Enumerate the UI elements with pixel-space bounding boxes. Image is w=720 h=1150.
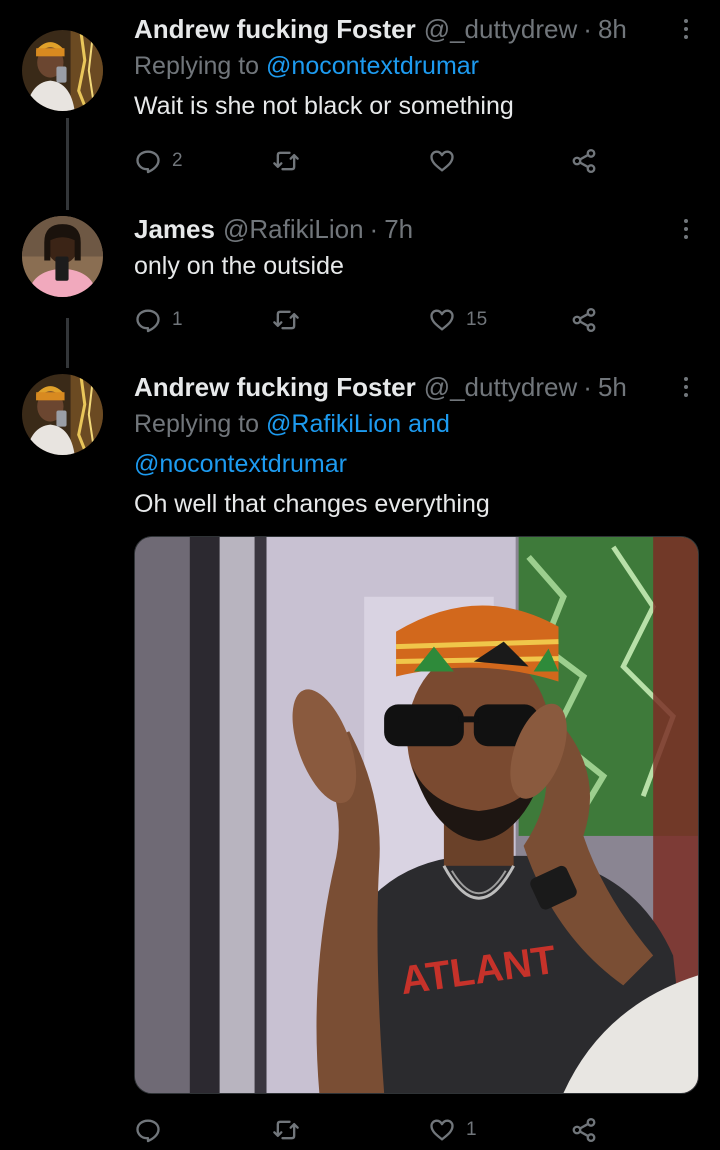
author-handle[interactable]: @RafikiLion <box>223 214 364 245</box>
reply-icon <box>136 1119 160 1143</box>
like-button[interactable]: 1 <box>428 1110 477 1150</box>
tweet-1[interactable]: Andrew fucking Foster @_duttydrew · 8h R… <box>0 0 720 200</box>
tweet-text: Wait is she not black or something <box>134 92 514 120</box>
retweet-button[interactable] <box>272 300 310 340</box>
more-icon[interactable] <box>680 12 692 46</box>
timestamp[interactable]: 7h <box>384 214 413 245</box>
share-button[interactable] <box>570 141 598 181</box>
avatar-duttydrew[interactable] <box>22 374 103 455</box>
tweet-text: Oh well that changes everything <box>134 490 490 518</box>
separator: · <box>369 213 379 244</box>
author-name[interactable]: James <box>134 214 215 245</box>
like-count: 1 <box>466 1119 477 1140</box>
share-icon <box>572 148 596 174</box>
mention-link[interactable]: @nocontextdrumar <box>134 450 347 478</box>
reply-count: 2 <box>172 150 183 171</box>
mention-and[interactable]: and <box>408 410 450 438</box>
reply-icon <box>136 309 160 333</box>
avatar-rafikilion[interactable] <box>22 216 103 297</box>
reply-button[interactable]: 2 <box>134 141 183 181</box>
like-count: 15 <box>466 309 488 330</box>
tweet-2[interactable]: James @RafikiLion · 7h only on the outsi… <box>0 200 720 360</box>
replying-prefix: Replying to <box>134 410 260 438</box>
separator: · <box>583 371 592 402</box>
replying-to: Replying to @nocontextdrumar <box>134 46 700 86</box>
reply-button[interactable]: 1 <box>134 300 183 340</box>
separator: · <box>583 13 592 44</box>
replying-to: Replying to @RafikiLion and <box>134 404 700 444</box>
author-name[interactable]: Andrew fucking Foster <box>134 14 416 45</box>
tweet-header: James @RafikiLion · 7h <box>134 212 700 246</box>
replying-to-continued: @nocontextdrumar <box>134 444 700 484</box>
replying-prefix: Replying to <box>134 52 260 80</box>
heart-icon <box>430 1119 454 1141</box>
retweet-icon <box>273 151 299 171</box>
retweet-button[interactable] <box>272 1110 310 1150</box>
mention-link[interactable]: @RafikiLion <box>266 410 401 438</box>
avatar-duttydrew[interactable] <box>22 30 103 111</box>
author-name[interactable]: Andrew fucking Foster <box>134 372 416 403</box>
reply-icon <box>136 150 160 174</box>
heart-icon <box>430 150 454 172</box>
tweet-actions: 2 <box>134 141 614 181</box>
more-icon[interactable] <box>680 370 692 404</box>
mention-link[interactable]: @nocontextdrumar <box>266 52 479 80</box>
tweet-media-image[interactable]: ATLANT <box>134 536 699 1094</box>
retweet-icon <box>273 310 299 330</box>
retweet-button[interactable] <box>272 141 310 181</box>
author-handle[interactable]: @_duttydrew <box>424 372 578 403</box>
share-icon <box>572 1117 596 1143</box>
like-button[interactable] <box>428 141 466 181</box>
tweet-actions: 1 15 <box>134 300 614 340</box>
tweet-header: Andrew fucking Foster @_duttydrew · 5h <box>134 370 700 404</box>
like-button[interactable]: 15 <box>428 300 487 340</box>
more-icon[interactable] <box>680 212 692 246</box>
tweet-text: only on the outside <box>134 252 344 280</box>
retweet-icon <box>273 1120 299 1140</box>
share-button[interactable] <box>570 300 598 340</box>
author-handle[interactable]: @_duttydrew <box>424 14 578 45</box>
share-icon <box>572 307 596 333</box>
tweet-header: Andrew fucking Foster @_duttydrew · 8h <box>134 12 700 46</box>
share-button[interactable] <box>570 1110 598 1150</box>
reply-button[interactable] <box>134 1110 172 1150</box>
tweet-actions: 1 <box>134 1110 614 1150</box>
reply-count: 1 <box>172 309 183 330</box>
heart-icon <box>430 309 454 331</box>
timestamp[interactable]: 5h <box>598 372 627 403</box>
timestamp[interactable]: 8h <box>598 14 627 45</box>
